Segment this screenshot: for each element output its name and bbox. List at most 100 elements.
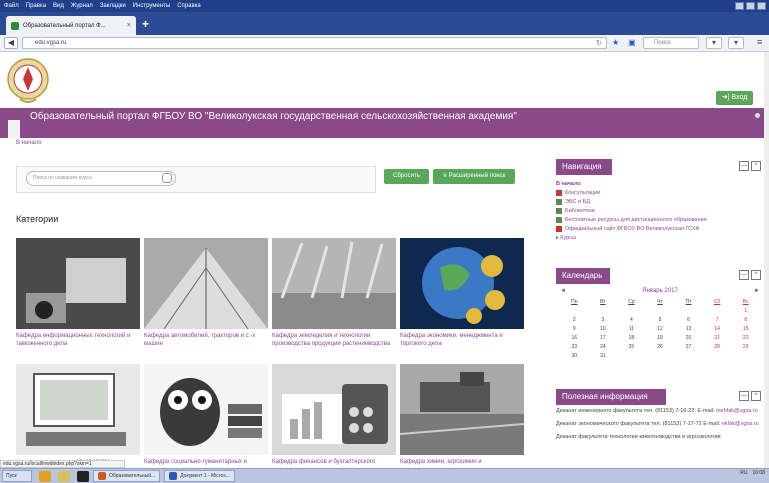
calendar-day[interactable]: 25: [617, 344, 646, 350]
bookmark-star-icon[interactable]: ★: [612, 38, 619, 47]
nav-item[interactable]: Бесплатные ресурсы для дистанционного об…: [556, 216, 707, 225]
calendar-day[interactable]: 21: [703, 335, 732, 341]
menu-item-tools[interactable]: Инструменты: [133, 3, 170, 9]
menu-item-help[interactable]: Справка: [177, 3, 201, 9]
calendar-day[interactable]: 13: [674, 326, 703, 332]
calendar-day[interactable]: 29: [731, 344, 760, 350]
folder-icon[interactable]: [58, 470, 70, 482]
reload-icon[interactable]: ↻: [596, 39, 602, 49]
login-button[interactable]: ➜] Вход: [716, 91, 753, 105]
advanced-search-button[interactable]: ∨ Расширенный поиск: [433, 169, 515, 184]
calendar-day[interactable]: 31: [589, 353, 618, 359]
menu-item-view[interactable]: Вид: [53, 3, 64, 9]
email-link[interactable]: mehfak@vgsa.ru: [716, 408, 758, 414]
category-card[interactable]: Кафедра финансов и бухгалтерского: [272, 364, 396, 466]
taskbar-task-word[interactable]: Документ 1 - Micros...: [164, 470, 235, 482]
calendar-day[interactable]: 23: [560, 344, 589, 350]
new-tab-button[interactable]: +: [142, 18, 149, 30]
taskbar-task-browser[interactable]: Образовательный...: [93, 470, 161, 482]
back-button[interactable]: ◀: [4, 37, 18, 49]
category-card[interactable]: Кафедра автомобилей, тракторов и с.-х ма…: [144, 238, 268, 348]
reset-button[interactable]: Сбросить: [384, 169, 429, 184]
calendar-day[interactable]: 28: [703, 344, 732, 350]
calendar-day[interactable]: 22: [731, 335, 760, 341]
dock-icon[interactable]: ^: [751, 391, 761, 401]
download-icon[interactable]: ▾: [706, 37, 722, 49]
email-link[interactable]: ekfak@vgsa.ru: [722, 421, 759, 427]
category-card[interactable]: отноводства: [16, 364, 140, 466]
category-card[interactable]: Кафедра земледелия и технологии производ…: [272, 238, 396, 348]
menu-item-file[interactable]: Файл: [4, 3, 19, 9]
category-label[interactable]: Кафедра автомобилей, тракторов и с.-х ма…: [144, 332, 268, 348]
calendar-day[interactable]: 24: [589, 344, 618, 350]
calendar-day[interactable]: 10: [589, 326, 618, 332]
nav-home-link[interactable]: В начало: [556, 180, 707, 189]
calendar-day[interactable]: 4: [617, 317, 646, 323]
calendar-day[interactable]: 6: [674, 317, 703, 323]
calendar-day[interactable]: 9: [560, 326, 589, 332]
category-label[interactable]: Кафедра экономики, менеджмента и торгово…: [400, 332, 524, 348]
nav-item[interactable]: ЭБС и БД: [556, 198, 707, 207]
category-card[interactable]: Кафедра экономики, менеджмента и торгово…: [400, 238, 524, 348]
browser-search-input[interactable]: Поиск: [643, 37, 699, 49]
collapse-icon[interactable]: —: [739, 270, 749, 280]
page-scrollbar[interactable]: [764, 52, 769, 468]
calendar-day[interactable]: 12: [646, 326, 675, 332]
calendar-day[interactable]: 19: [646, 335, 675, 341]
menu-item-bookmarks[interactable]: Закладки: [100, 3, 126, 9]
library-icon[interactable]: ▣: [628, 38, 636, 47]
dock-icon[interactable]: ^: [751, 270, 761, 280]
calendar-day[interactable]: 3: [589, 317, 618, 323]
banner-settings-icon[interactable]: [755, 113, 760, 118]
category-label[interactable]: Кафедра информационных технологий и тамо…: [16, 332, 140, 348]
calendar-day[interactable]: 17: [589, 335, 618, 341]
calendar-day[interactable]: 18: [617, 335, 646, 341]
breadcrumb[interactable]: В начало: [16, 140, 42, 146]
media-icon[interactable]: [77, 470, 89, 482]
language-indicator[interactable]: RU: [740, 470, 747, 476]
nav-item[interactable]: Консультации: [556, 189, 707, 198]
calendar-day[interactable]: 7: [703, 317, 732, 323]
category-label[interactable]: Кафедра социально-гуманитарных и: [144, 458, 268, 466]
category-label[interactable]: Кафедра финансов и бухгалтерского: [272, 458, 396, 466]
menu-dropdown-icon[interactable]: ▾: [728, 37, 744, 49]
calendar-day[interactable]: 26: [646, 344, 675, 350]
search-icon[interactable]: [162, 173, 172, 183]
browser-tab[interactable]: Образовательный портал Ф... ×: [6, 16, 136, 35]
calendar-day[interactable]: 5: [646, 317, 675, 323]
minimize-button[interactable]: [735, 2, 744, 10]
address-bar[interactable]: edu.vgsa.ru ↻: [22, 37, 607, 49]
nav-item[interactable]: Библиотеки: [556, 207, 707, 216]
calendar-day[interactable]: 20: [674, 335, 703, 341]
maximize-button[interactable]: [746, 2, 755, 10]
course-search-input[interactable]: Поиск по названию курса: [26, 171, 176, 186]
calendar-day[interactable]: 16: [560, 335, 589, 341]
category-label[interactable]: Кафедра земледелия и технологии производ…: [272, 332, 396, 348]
calendar-day[interactable]: 8: [731, 317, 760, 323]
dock-icon[interactable]: ^: [751, 161, 761, 171]
calendar-day[interactable]: 11: [617, 326, 646, 332]
category-card[interactable]: Кафедра информационных технологий и тамо…: [16, 238, 140, 348]
calendar-next-icon[interactable]: ►: [754, 288, 760, 294]
start-button[interactable]: Пуск: [2, 470, 32, 482]
calendar-prev-icon[interactable]: ◄: [560, 288, 566, 294]
menu-item-history[interactable]: Журнал: [71, 3, 93, 9]
category-card[interactable]: Кафедра химии, агрохимии и: [400, 364, 524, 466]
calendar-day[interactable]: 1: [731, 308, 760, 314]
category-label[interactable]: Кафедра химии, агрохимии и: [400, 458, 524, 466]
menu-item-edit[interactable]: Правка: [26, 3, 46, 9]
calendar-day[interactable]: 27: [674, 344, 703, 350]
collapse-icon[interactable]: —: [739, 161, 749, 171]
nav-item[interactable]: Официальный сайт ФГБОУ ВО Великолукская …: [556, 225, 707, 234]
calendar-day[interactable]: 15: [731, 326, 760, 332]
calendar-day[interactable]: 30: [560, 353, 589, 359]
tab-close-icon[interactable]: ×: [127, 22, 131, 29]
nav-courses[interactable]: ▸ Курсы: [556, 234, 707, 243]
category-card[interactable]: Кафедра социально-гуманитарных и: [144, 364, 268, 466]
explorer-icon[interactable]: [39, 470, 51, 482]
calendar-day[interactable]: 2: [560, 317, 589, 323]
collapse-icon[interactable]: —: [739, 391, 749, 401]
close-window-button[interactable]: [757, 2, 766, 10]
calendar-day[interactable]: 14: [703, 326, 732, 332]
hamburger-menu-icon[interactable]: ≡: [757, 37, 762, 47]
